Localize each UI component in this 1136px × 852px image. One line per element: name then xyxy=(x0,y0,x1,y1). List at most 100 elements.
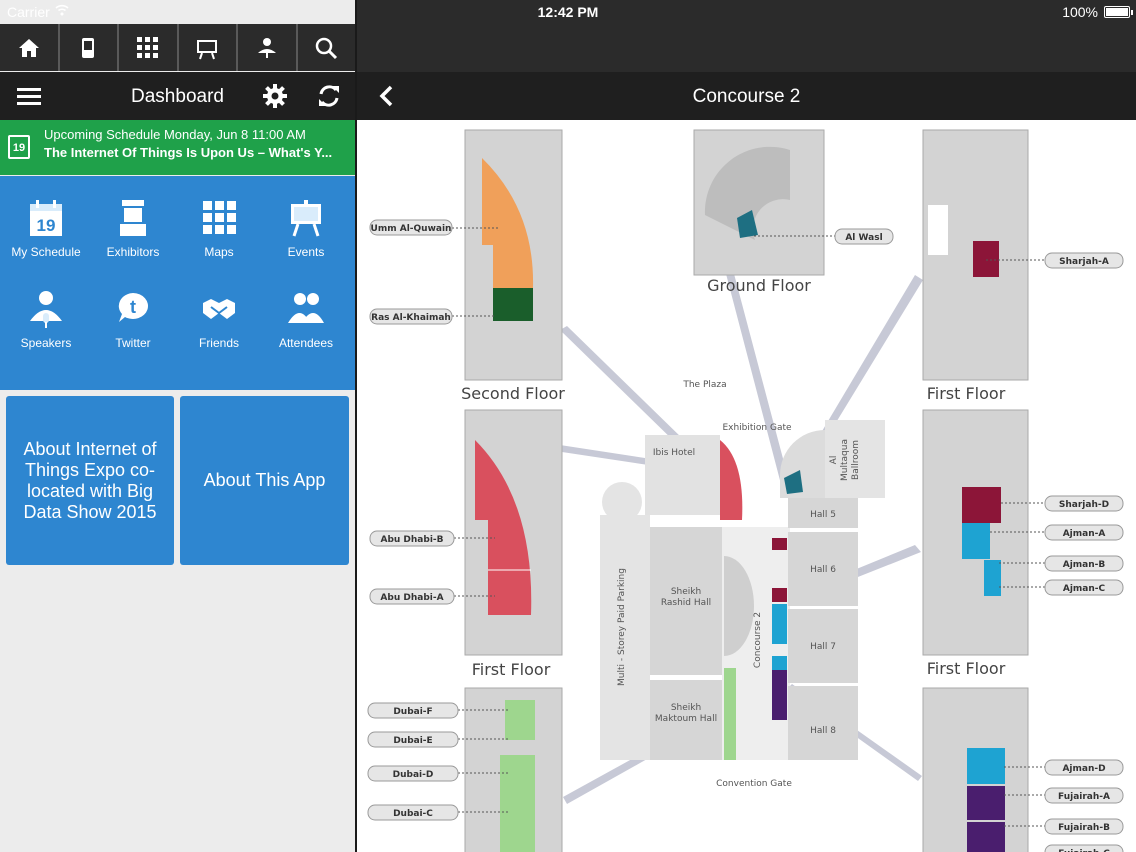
svg-text:Multi - Storey Paid Parking: Multi - Storey Paid Parking xyxy=(617,568,627,686)
svg-text:Al: Al xyxy=(829,456,839,465)
status-bar: Carrier 12:42 PM 100% xyxy=(0,0,1136,24)
toolbar-search-button[interactable] xyxy=(298,24,356,71)
dubai-halls-panel xyxy=(464,687,563,852)
tile-label: Friends xyxy=(198,336,239,350)
first-floor-panel-left: First Floor xyxy=(464,409,563,679)
svg-text:Multaqua: Multaqua xyxy=(840,439,850,481)
qr-icon xyxy=(136,36,158,58)
hall-label-dubai-c[interactable]: Dubai-C xyxy=(367,804,459,821)
tile-label: Maps xyxy=(204,245,234,259)
dashboard-header: Dashboard xyxy=(0,72,355,120)
hall-label-ras[interactable]: Ras Al-Khaimah xyxy=(369,308,453,325)
hall-label-fujairah-b[interactable]: Fujairah-B xyxy=(1044,818,1124,835)
svg-text:The Plaza: The Plaza xyxy=(682,380,726,390)
tile-twitter[interactable]: t Twitter xyxy=(89,267,177,357)
toolbar-qr-button[interactable] xyxy=(119,24,179,71)
hall-label-dubai-f[interactable]: Dubai-F xyxy=(367,702,459,719)
fujairah-halls-panel xyxy=(922,687,1029,852)
svg-text:Ballroom: Ballroom xyxy=(851,440,861,480)
map-header: Concourse 2 xyxy=(357,72,1136,120)
central-site-plan: The Plaza Exhibition Gate Ibis Hotel Al M… xyxy=(600,380,885,789)
hall-label-fujairah-a[interactable]: Fujairah-A xyxy=(1044,787,1124,804)
tile-maps[interactable]: Maps xyxy=(175,176,263,266)
hall-label-alwasl[interactable]: Al Wasl xyxy=(834,228,894,245)
first-floor-panel-top: First Floor xyxy=(922,129,1029,403)
handshake-icon xyxy=(203,299,235,319)
refresh-icon[interactable] xyxy=(316,83,342,109)
svg-text:Sheikh: Sheikh xyxy=(671,587,701,597)
svg-text:Ground Floor: Ground Floor xyxy=(707,276,811,295)
hall-label-sharjah-d[interactable]: Sharjah-D xyxy=(1044,495,1124,512)
hall-label-text: Fujairah-B xyxy=(1058,823,1110,833)
about-app-button[interactable]: About This App xyxy=(180,396,349,565)
tile-label: My Schedule xyxy=(11,245,81,259)
toolbar-presentation-button[interactable] xyxy=(179,24,238,71)
gear-icon[interactable] xyxy=(262,83,288,109)
svg-text:Second Floor: Second Floor xyxy=(461,384,565,403)
tile-label: Twitter xyxy=(115,336,151,350)
tile-speakers[interactable]: Speakers xyxy=(2,267,90,357)
venue-map-drawing: The Plaza Exhibition Gate Ibis Hotel Al M… xyxy=(367,129,1124,852)
tile-events[interactable]: Events xyxy=(262,176,350,266)
svg-text:First Floor: First Floor xyxy=(927,659,1006,678)
hall-label-ajman-c[interactable]: Ajman-C xyxy=(1044,579,1124,596)
hall-label-abu-a[interactable]: Abu Dhabi-A xyxy=(369,588,455,605)
hall-label-text: Umm Al-Quwain xyxy=(371,224,452,234)
tile-label: Exhibitors xyxy=(106,245,160,259)
hall-label-text: Ajman-B xyxy=(1063,560,1106,570)
hall-label-text: Al Wasl xyxy=(845,233,882,243)
top-toolbar xyxy=(0,24,355,71)
svg-text:First Floor: First Floor xyxy=(472,660,551,679)
clock: 12:42 PM xyxy=(537,4,599,20)
upcoming-schedule-banner[interactable]: 19 Upcoming Schedule Monday, Jun 8 11:00… xyxy=(0,120,355,175)
people-icon xyxy=(288,293,324,323)
tile-friends[interactable]: Friends xyxy=(175,267,263,357)
hall-label-dubai-d[interactable]: Dubai-D xyxy=(367,765,459,782)
upcoming-schedule-time: Upcoming Schedule Monday, Jun 8 11:00 AM xyxy=(44,127,306,142)
svg-text:t: t xyxy=(130,297,136,317)
hall-label-ajman-a[interactable]: Ajman-A xyxy=(1044,524,1124,541)
home-icon xyxy=(18,38,39,57)
hall-label-text: Ras Al-Khaimah xyxy=(371,313,451,323)
svg-text:19: 19 xyxy=(37,216,56,235)
svg-text:Convention Gate: Convention Gate xyxy=(716,779,792,789)
hall-label-fujairah-c[interactable]: Fujairah-C xyxy=(1044,844,1124,852)
hall-label-dubai-e[interactable]: Dubai-E xyxy=(367,731,459,748)
hall-label-umm[interactable]: Umm Al-Quwain xyxy=(369,219,453,236)
tile-exhibitors[interactable]: Exhibitors xyxy=(89,176,177,266)
about-expo-button[interactable]: About Internet of Things Expo co-located… xyxy=(6,396,174,565)
toolbar-speaker-button[interactable] xyxy=(238,24,298,71)
left-pane: Dashboard 19 Upcoming Schedule Monday, J… xyxy=(0,0,355,852)
presentation-icon xyxy=(197,39,218,59)
hall-label-text: Sharjah-A xyxy=(1059,257,1109,267)
svg-text:Hall 5: Hall 5 xyxy=(810,510,836,520)
venue-map[interactable]: The Plaza Exhibition Gate Ibis Hotel Al M… xyxy=(357,120,1136,852)
svg-text:Concourse 2: Concourse 2 xyxy=(753,612,763,668)
hall-label-text: Dubai-F xyxy=(393,707,432,717)
svg-text:Hall 7: Hall 7 xyxy=(810,642,836,652)
hall-label-text: Ajman-C xyxy=(1063,584,1106,594)
map-title: Concourse 2 xyxy=(692,86,801,107)
hall-label-text: Ajman-D xyxy=(1062,764,1105,774)
ground-floor-panel: Ground Floor xyxy=(693,129,825,295)
hall-label-abu-b[interactable]: Abu Dhabi-B xyxy=(369,530,455,547)
hall-label-ajman-b[interactable]: Ajman-B xyxy=(1044,555,1124,572)
dashboard-tile-grid: 19 My Schedule Exhibitors Maps Events Sp… xyxy=(0,176,355,390)
twitter-icon: t xyxy=(118,293,148,322)
tile-label: Speakers xyxy=(20,336,72,350)
toolbar-home-button[interactable] xyxy=(0,24,60,71)
svg-text:Exhibition Gate: Exhibition Gate xyxy=(722,423,792,433)
hall-label-sharjah-a[interactable]: Sharjah-A xyxy=(1044,252,1124,269)
hall-label-text: Sharjah-D xyxy=(1059,500,1109,510)
right-toolbar-area xyxy=(357,24,1136,71)
phone-icon xyxy=(82,37,95,58)
tile-label: Attendees xyxy=(278,336,334,350)
hall-label-ajman-d[interactable]: Ajman-D xyxy=(1044,759,1124,776)
hall-label-text: Ajman-A xyxy=(1063,529,1106,539)
tile-my-schedule[interactable]: 19 My Schedule xyxy=(2,176,90,266)
svg-text:Rashid Hall: Rashid Hall xyxy=(661,598,711,608)
calendar-icon: 19 xyxy=(30,200,62,236)
tile-attendees[interactable]: Attendees xyxy=(262,267,350,357)
svg-text:Hall 6: Hall 6 xyxy=(810,565,836,575)
toolbar-phone-button[interactable] xyxy=(60,24,119,71)
